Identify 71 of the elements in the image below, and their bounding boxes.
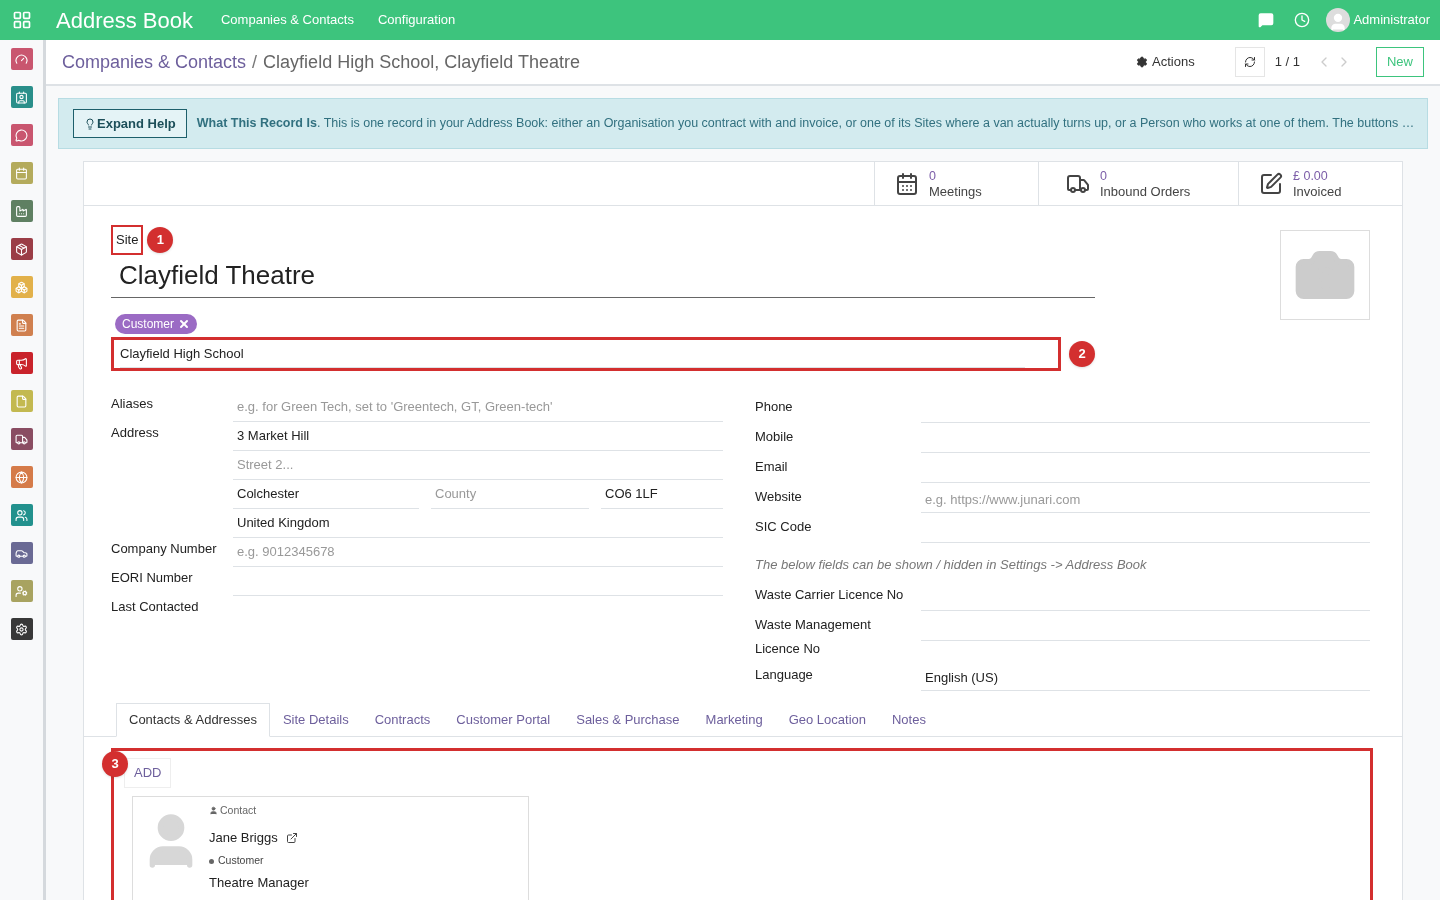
record-type-label: Site <box>111 225 144 255</box>
external-link-icon[interactable] <box>285 831 298 844</box>
tab[interactable]: Geo Location <box>775 703 879 737</box>
settings-note: The below fields can be shown / hidden in Settings -> Address Book <box>755 556 1148 574</box>
tab[interactable]: Customer Portal <box>443 703 564 737</box>
reload-button[interactable] <box>1234 47 1265 77</box>
breadcrumb-separator: / <box>252 50 258 74</box>
tab[interactable]: Notes <box>879 703 939 737</box>
calendar-icon <box>895 171 919 196</box>
tag: Customer <box>115 313 197 334</box>
field-label: Language <box>755 665 814 684</box>
field-label: Waste Management Licence No <box>755 615 872 658</box>
callout-number: 3 <box>102 751 128 777</box>
field-label: Waste Carrier Licence No <box>755 585 905 604</box>
parent-company-field[interactable]: Clayfield High School <box>111 336 1061 371</box>
field-label: Mobile <box>755 427 795 446</box>
stat-button[interactable]: 0 Inbound Orders <box>1038 162 1238 205</box>
tab[interactable]: Contracts <box>361 703 444 737</box>
add-button[interactable]: ADD <box>124 758 172 788</box>
app-title: Address Book <box>56 6 193 35</box>
field-label: Email <box>755 457 789 476</box>
stat-button[interactable]: £ 0.00 Invoiced <box>1238 162 1402 205</box>
chat-icon[interactable] <box>1258 12 1275 28</box>
field-label: EORI Number <box>111 568 194 587</box>
clock-icon[interactable] <box>1294 12 1311 28</box>
edit-icon <box>1259 171 1283 196</box>
name-field[interactable]: Clayfield Theatre <box>111 255 1095 298</box>
callout-number: 2 <box>1069 340 1095 367</box>
user-avatar[interactable] <box>1326 8 1351 32</box>
app-icon[interactable] <box>10 542 33 564</box>
app-icon[interactable] <box>10 352 33 374</box>
tab[interactable]: Site Details <box>269 703 362 737</box>
tab[interactable]: Contacts & Addresses <box>116 703 270 737</box>
contact-function: Theatre Manager <box>209 874 309 892</box>
app-icon[interactable] <box>10 428 33 450</box>
input-field[interactable]: English (US) <box>921 660 1370 691</box>
input-field[interactable]: 3 Market Hill <box>233 421 723 451</box>
breadcrumb-current: Clayfield High School, Clayfield Theatre <box>263 50 580 74</box>
input-field[interactable]: e.g. https://www.junari.com <box>921 482 1370 513</box>
gear-icon <box>1136 56 1149 68</box>
field-label: Aliases <box>111 394 154 413</box>
field-label: SIC Code <box>755 518 813 536</box>
field-label: Last Contacted <box>111 597 200 616</box>
app-icon[interactable] <box>10 238 33 260</box>
refresh-icon <box>1243 56 1256 68</box>
expand-help-button[interactable]: Expand Help <box>73 109 187 138</box>
field-label: Website <box>755 487 803 506</box>
input-field[interactable]: United Kingdom <box>233 508 723 538</box>
field-label: Company Number <box>111 539 218 558</box>
contact-card[interactable]: Contact Jane Briggs Customer Theatre Manager <box>132 796 529 900</box>
contact-type: Contact <box>209 803 309 819</box>
field-label: Phone <box>755 397 794 416</box>
actions-button[interactable]: Actions <box>1136 52 1195 72</box>
lightbulb-icon <box>84 117 96 130</box>
apps-menu-icon[interactable] <box>12 10 32 30</box>
app-icon[interactable] <box>10 618 33 640</box>
breadcrumb-link[interactable]: Companies & Contacts <box>62 48 247 76</box>
pager: 1 / 1 <box>1274 53 1300 72</box>
callout-number: 1 <box>147 226 174 253</box>
image-placeholder[interactable] <box>1280 230 1370 320</box>
tab[interactable]: Marketing <box>692 703 776 737</box>
input-field[interactable]: CO6 1LF <box>601 479 723 509</box>
person-icon <box>209 806 218 816</box>
help-text: What This Record Is. This is one record in your Address Book: either an Organisation you contract with and invoice, or one of its Sites where a van actually turns up, or a Person who works at one of them. The buttons … <box>196 115 1415 133</box>
contact-name: Jane Briggs <box>209 828 278 847</box>
remove-icon[interactable] <box>178 317 190 330</box>
input-field[interactable]: Colchester <box>233 479 419 509</box>
tab[interactable]: Sales & Purchase <box>563 703 693 737</box>
contact-tag: Customer <box>209 853 309 869</box>
stat-button[interactable]: 0 Meetings <box>874 162 1038 205</box>
field-label: Address <box>111 423 160 442</box>
